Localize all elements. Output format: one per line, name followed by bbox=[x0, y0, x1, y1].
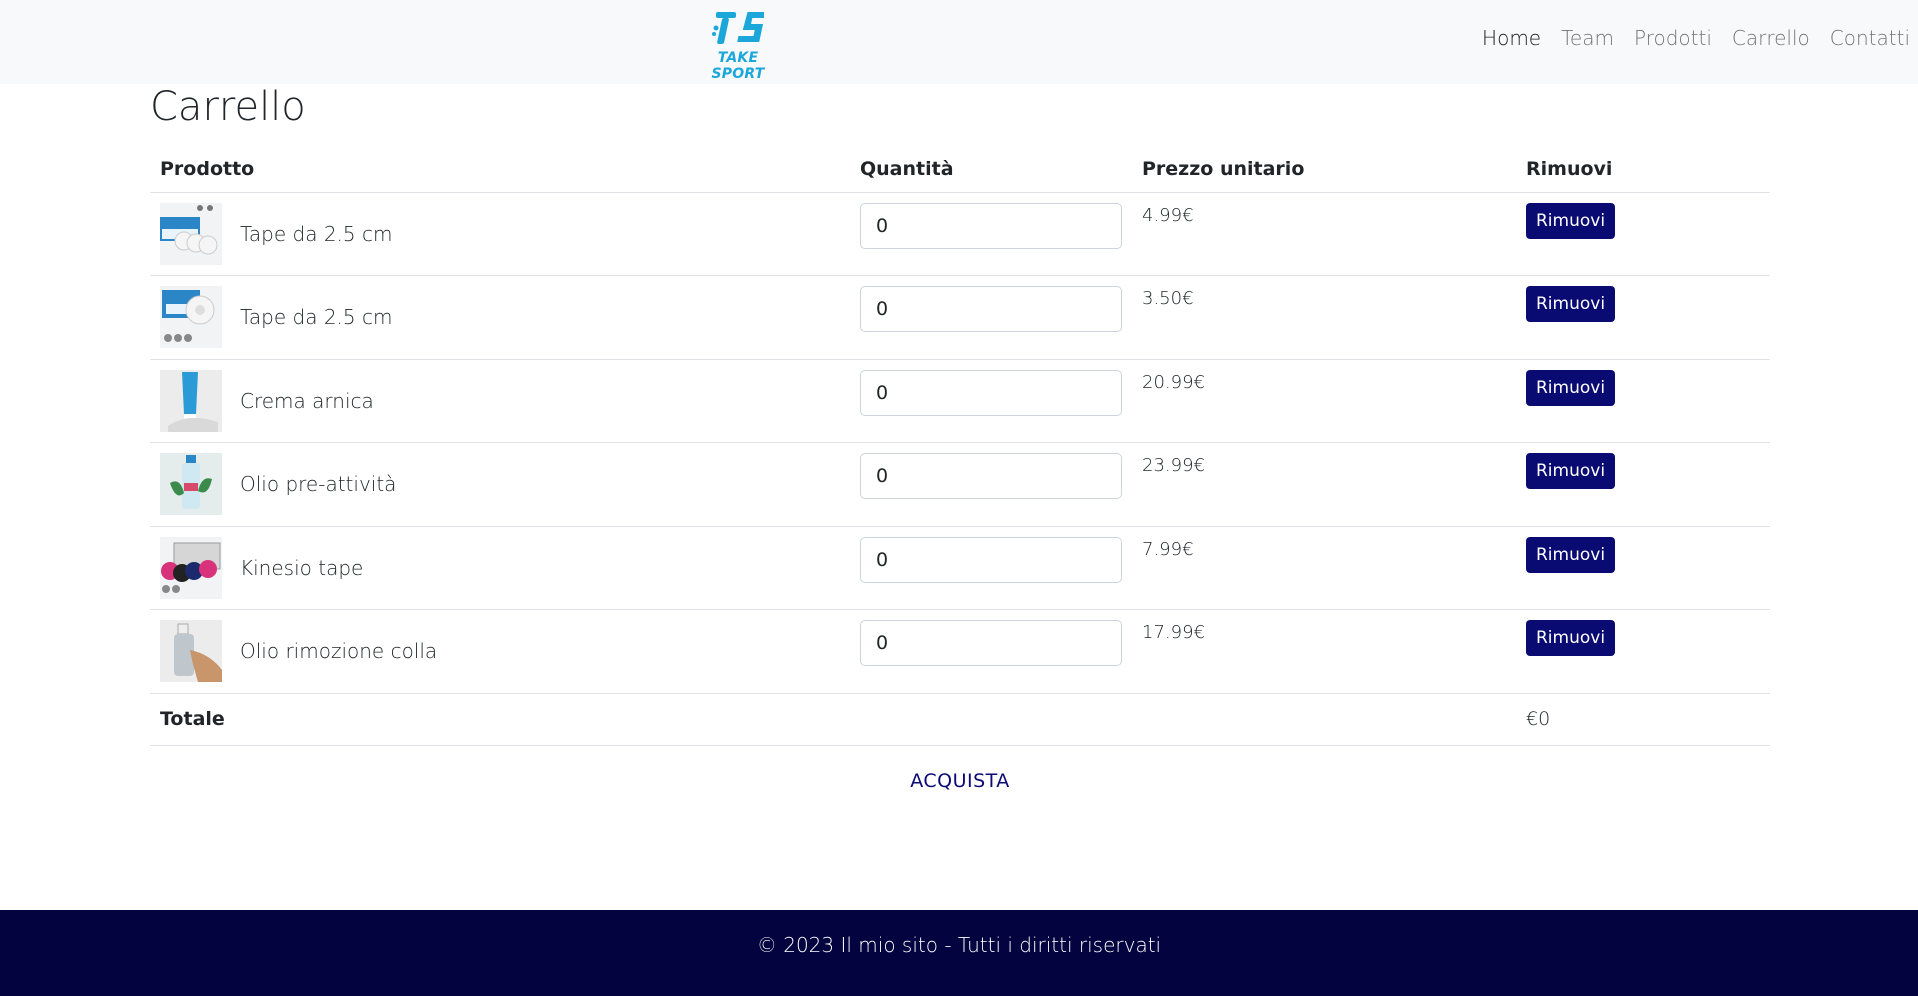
unit-price: 17.99€ bbox=[1142, 622, 1205, 643]
table-row: Olio rimozione colla 17.99€ Rimuovi bbox=[150, 609, 1770, 694]
quantity-input[interactable] bbox=[860, 453, 1122, 499]
unit-price: 3.50€ bbox=[1142, 288, 1194, 309]
remove-button[interactable]: Rimuovi bbox=[1526, 453, 1616, 489]
quantity-input[interactable] bbox=[860, 286, 1122, 332]
quantity-input[interactable] bbox=[860, 536, 1122, 583]
total-row: Totale €0 bbox=[150, 693, 1770, 746]
nav-team[interactable]: Team bbox=[1561, 26, 1614, 50]
remove-button[interactable]: Rimuovi bbox=[1526, 369, 1616, 406]
spray-bottle-icon bbox=[160, 620, 222, 682]
take-sport-logo[interactable]: TAKE SPORT bbox=[690, 10, 786, 82]
header-product: Prodotto bbox=[150, 146, 850, 193]
product-name: Crema arnica bbox=[240, 388, 374, 413]
remove-button[interactable]: Rimuovi bbox=[1526, 620, 1616, 656]
quantity-input[interactable] bbox=[860, 369, 1122, 416]
buy-button[interactable]: ACQUISTA bbox=[880, 770, 1040, 792]
remove-button[interactable]: Rimuovi bbox=[1526, 536, 1616, 573]
table-row: Kinesio tape 7.99€ Rimuovi bbox=[150, 526, 1770, 610]
nav-links: Home Team Prodotti Carrello Contatti bbox=[1482, 26, 1910, 50]
white-tape-box-icon bbox=[160, 202, 222, 265]
logo-text: TAKE SPORT bbox=[711, 50, 765, 82]
nav-prodotti[interactable]: Prodotti bbox=[1634, 26, 1712, 50]
product-name: Tape da 2.5 cm bbox=[240, 305, 393, 329]
footer-copyright: © 2023 Il mio sito - Tutti i diritti ris… bbox=[756, 933, 1162, 957]
total-label: Totale bbox=[150, 693, 850, 746]
remove-button[interactable]: Rimuovi bbox=[1526, 286, 1616, 322]
quantity-input[interactable] bbox=[860, 202, 1122, 249]
remove-button[interactable]: Rimuovi bbox=[1526, 202, 1616, 239]
total-value: €0 bbox=[1516, 693, 1770, 746]
nav-contatti[interactable]: Contatti bbox=[1830, 26, 1910, 50]
kinesio-tape-icon bbox=[160, 536, 222, 599]
quantity-input[interactable] bbox=[860, 620, 1122, 666]
product-name: Kinesio tape bbox=[240, 555, 364, 580]
product-name: Tape da 2.5 cm bbox=[240, 221, 393, 246]
table-row: Tape da 2.5 cm 4.99€ Rimuovi bbox=[150, 192, 1770, 276]
product-name: Olio rimozione colla bbox=[240, 639, 438, 663]
cart-table: Prodotto Quantità Prezzo unitario Rimuov… bbox=[150, 146, 1770, 746]
header-unit-price: Prezzo unitario bbox=[1132, 146, 1516, 193]
table-header-row: Prodotto Quantità Prezzo unitario Rimuov… bbox=[150, 146, 1770, 193]
header-remove: Rimuovi bbox=[1516, 146, 1770, 193]
nav-carrello[interactable]: Carrello bbox=[1732, 26, 1810, 50]
navbar: TAKE SPORT Home Team Prodotti Carrello C… bbox=[0, 0, 1918, 84]
nav-home[interactable]: Home bbox=[1482, 26, 1541, 50]
product-name: Olio pre-attività bbox=[240, 472, 397, 496]
unit-price: 4.99€ bbox=[1142, 204, 1194, 226]
table-row: Tape da 2.5 cm 3.50€ Rimuovi bbox=[150, 275, 1770, 360]
oil-bottle-icon bbox=[160, 453, 222, 515]
table-row: Crema arnica 20.99€ Rimuovi bbox=[150, 359, 1770, 443]
table-row: Olio pre-attività 23.99€ Rimuovi bbox=[150, 442, 1770, 527]
white-tape-roll-icon bbox=[160, 286, 222, 348]
cream-tube-icon bbox=[160, 369, 222, 432]
header-quantity: Quantità bbox=[850, 146, 1132, 193]
unit-price: 7.99€ bbox=[1142, 538, 1194, 560]
ts-logo-icon bbox=[712, 12, 764, 44]
unit-price: 20.99€ bbox=[1142, 371, 1205, 393]
unit-price: 23.99€ bbox=[1142, 455, 1205, 476]
page-title: Carrello bbox=[150, 84, 306, 130]
footer: © 2023 Il mio sito - Tutti i diritti ris… bbox=[0, 910, 1918, 996]
